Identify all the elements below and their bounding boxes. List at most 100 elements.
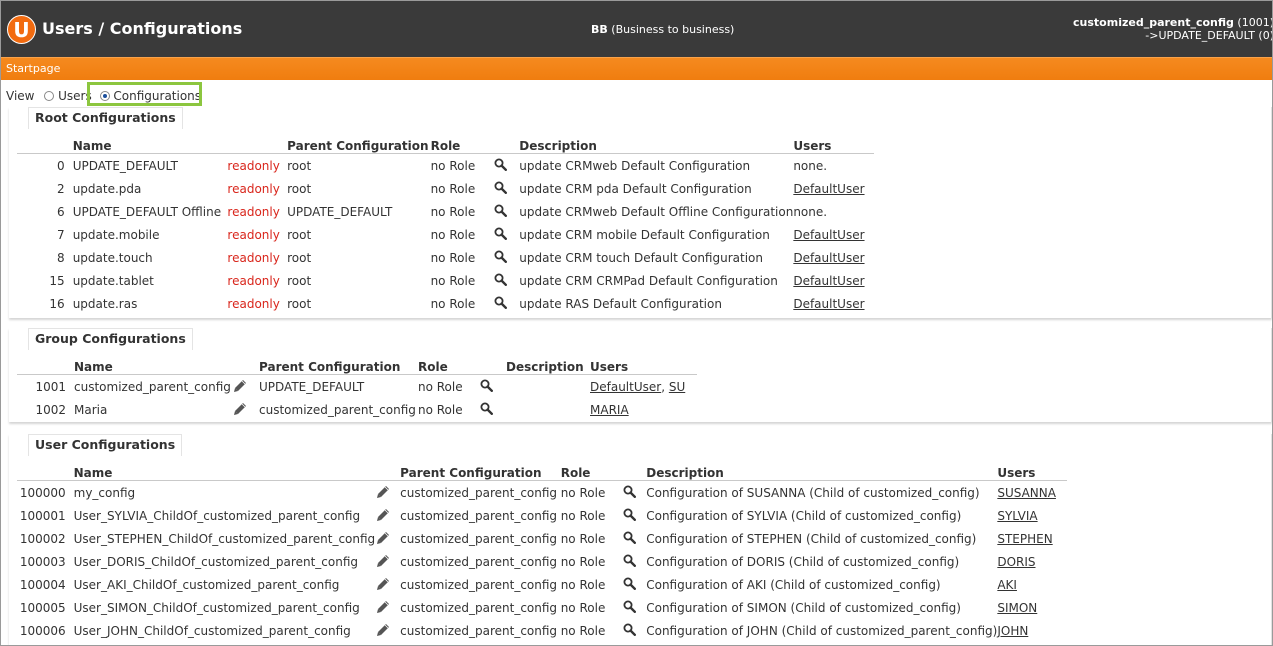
magnifier-icon[interactable] <box>494 158 507 174</box>
row-users[interactable]: SIMON <box>997 596 1067 619</box>
table-row[interactable]: 100003 User_DORIS_ChildOf_customized_pare… <box>17 550 1067 573</box>
row-users[interactable]: SYLVIA <box>997 504 1067 527</box>
row-users[interactable]: DORIS <box>997 550 1067 573</box>
view-cell[interactable] <box>480 375 506 399</box>
magnifier-icon[interactable] <box>623 600 636 616</box>
magnifier-icon[interactable] <box>494 227 507 243</box>
startpage-link[interactable]: Startpage <box>6 62 60 75</box>
user-link[interactable]: SIMON <box>997 601 1037 615</box>
view-cell[interactable] <box>480 398 506 421</box>
view-cell[interactable] <box>623 550 647 573</box>
app-logo[interactable]: U <box>7 15 36 44</box>
pencil-icon[interactable] <box>375 598 392 618</box>
edit-cell[interactable] <box>375 550 400 573</box>
table-row[interactable]: 8 update.touch readonly root no Role update C… <box>17 246 874 269</box>
pencil-icon[interactable] <box>375 529 392 549</box>
row-users[interactable]: SUSANNA <box>997 481 1067 505</box>
row-users[interactable]: DefaultUser <box>793 269 874 292</box>
row-users[interactable]: JOHN <box>997 619 1067 642</box>
magnifier-icon[interactable] <box>494 204 507 220</box>
edit-cell[interactable] <box>375 596 400 619</box>
row-users[interactable]: DefaultUser <box>793 292 874 315</box>
view-cell[interactable] <box>623 596 647 619</box>
table-row[interactable]: 100005 User_SIMON_ChildOf_customized_pare… <box>17 596 1067 619</box>
table-row[interactable]: 1002 Maria customized_parent_config no Role… <box>17 398 697 421</box>
magnifier-icon[interactable] <box>623 623 636 639</box>
row-id: 100005 <box>19 600 66 615</box>
table-row[interactable]: 100000 my_config customized_parent_config n… <box>17 481 1067 505</box>
magnifier-icon[interactable] <box>494 296 507 312</box>
row-users[interactable]: DefaultUser, SU <box>590 375 697 399</box>
user-link[interactable]: DefaultUser <box>793 228 864 242</box>
magnifier-icon[interactable] <box>494 181 507 197</box>
row-users[interactable]: STEPHEN <box>997 527 1067 550</box>
edit-cell[interactable] <box>375 573 400 596</box>
row-description: Configuration of SUSANNA (Child of custo… <box>646 485 980 500</box>
view-cell[interactable] <box>494 154 519 178</box>
magnifier-icon[interactable] <box>623 577 636 593</box>
pencil-icon[interactable] <box>375 621 392 641</box>
view-cell[interactable] <box>494 269 519 292</box>
user-link[interactable]: STEPHEN <box>997 532 1052 546</box>
magnifier-icon[interactable] <box>494 273 507 289</box>
pencil-icon[interactable] <box>375 483 392 503</box>
view-cell[interactable] <box>494 292 519 315</box>
magnifier-icon[interactable] <box>623 531 636 547</box>
row-users[interactable]: DefaultUser <box>793 177 874 200</box>
pencil-icon[interactable] <box>375 552 392 572</box>
table-row[interactable]: 0 UPDATE_DEFAULT readonly root no Role update… <box>17 154 874 178</box>
pencil-icon[interactable] <box>232 400 249 420</box>
view-cell[interactable] <box>623 504 647 527</box>
user-link[interactable]: DefaultUser <box>793 182 864 196</box>
row-users[interactable]: MARIA <box>590 398 697 421</box>
table-row[interactable]: 100004 User_AKI_ChildOf_customized_parent… <box>17 573 1067 596</box>
magnifier-icon[interactable] <box>480 402 494 418</box>
edit-cell[interactable] <box>375 527 400 550</box>
user-link[interactable]: MARIA <box>590 403 629 417</box>
view-cell[interactable] <box>494 177 519 200</box>
table-row[interactable]: 15 update.tablet readonly root no Role update… <box>17 269 874 292</box>
pencil-icon[interactable] <box>375 506 392 526</box>
row-users[interactable]: DefaultUser <box>793 246 874 269</box>
edit-cell[interactable] <box>375 481 400 505</box>
view-cell[interactable] <box>494 200 519 223</box>
view-cell[interactable] <box>623 527 647 550</box>
table-row[interactable]: 100001 User_SYLVIA_ChildOf_customized_par… <box>17 504 1067 527</box>
view-cell[interactable] <box>494 223 519 246</box>
table-row[interactable]: 6 UPDATE_DEFAULT Offline readonly UPDATE_DE… <box>17 200 874 223</box>
edit-cell[interactable] <box>232 398 259 421</box>
user-link[interactable]: AKI <box>997 578 1017 592</box>
table-row[interactable]: 1001 customized_parent_config UPDATE_DEFAU… <box>17 375 697 399</box>
edit-cell[interactable] <box>375 619 400 642</box>
user-link[interactable]: DORIS <box>997 555 1035 569</box>
edit-cell[interactable] <box>375 504 400 527</box>
user-link[interactable]: JOHN <box>997 624 1028 638</box>
table-row[interactable]: 100006 User_JOHN_ChildOf_customized_paren… <box>17 619 1067 642</box>
row-users[interactable]: AKI <box>997 573 1067 596</box>
edit-cell[interactable] <box>232 375 259 399</box>
magnifier-icon[interactable] <box>494 250 507 266</box>
view-cell[interactable] <box>494 246 519 269</box>
view-cell[interactable] <box>623 619 647 642</box>
user-link[interactable]: DefaultUser <box>793 297 864 311</box>
table-row[interactable]: 16 update.ras readonly root no Role update RA… <box>17 292 874 315</box>
user-link[interactable]: SUSANNA <box>997 486 1056 500</box>
pencil-icon[interactable] <box>375 575 392 595</box>
view-cell[interactable] <box>623 573 647 596</box>
magnifier-icon[interactable] <box>623 508 636 524</box>
user-link[interactable]: DefaultUser <box>793 274 864 288</box>
table-row[interactable]: 100002 User_STEPHEN_ChildOf_customized_pa… <box>17 527 1067 550</box>
pencil-icon[interactable] <box>232 377 249 397</box>
row-users[interactable]: DefaultUser <box>793 223 874 246</box>
magnifier-icon[interactable] <box>623 554 636 570</box>
view-cell[interactable] <box>623 481 647 505</box>
user-link[interactable]: DefaultUser <box>793 251 864 265</box>
view-users-radio[interactable] <box>44 91 55 101</box>
magnifier-icon[interactable] <box>623 485 636 501</box>
table-row[interactable]: 7 update.mobile readonly root no Role update … <box>17 223 874 246</box>
table-row[interactable]: 2 update.pda readonly root no Role update CRM… <box>17 177 874 200</box>
user-link[interactable]: DefaultUser <box>590 380 661 394</box>
user-link[interactable]: SYLVIA <box>997 509 1037 523</box>
magnifier-icon[interactable] <box>480 379 494 395</box>
user-link[interactable]: SU <box>669 380 685 394</box>
